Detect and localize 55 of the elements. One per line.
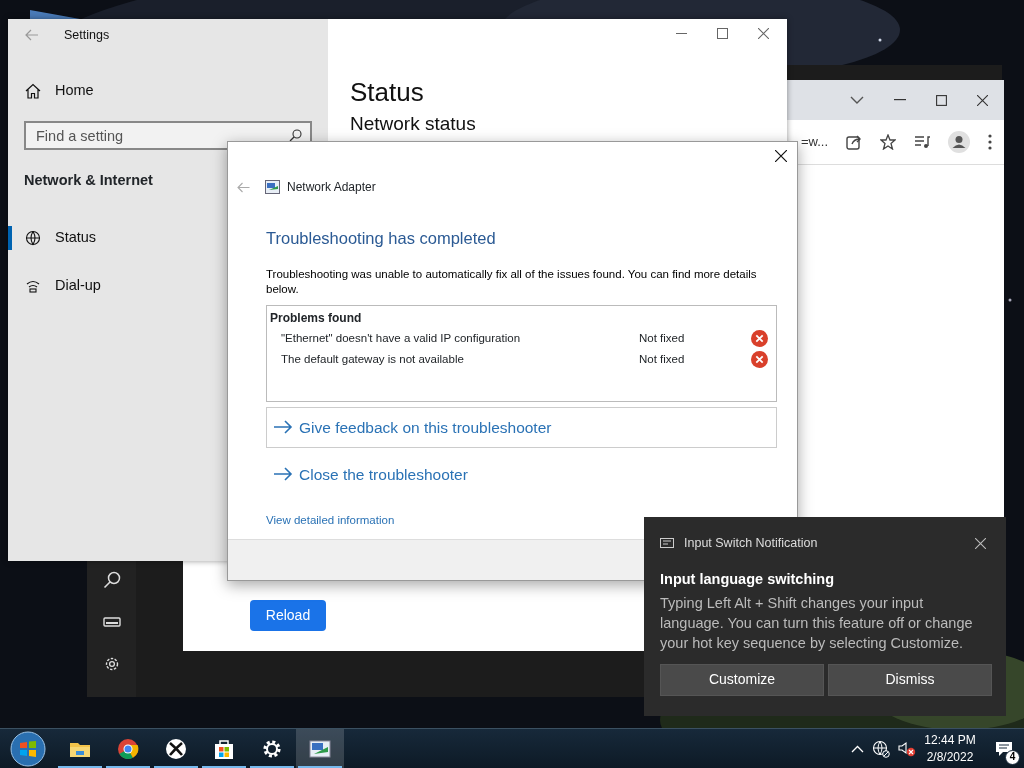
clock[interactable]: 12:44 PM 2/8/2022 bbox=[924, 731, 976, 766]
drive-icon[interactable] bbox=[102, 617, 121, 627]
network-adapter-icon bbox=[265, 180, 280, 194]
playlist-icon[interactable] bbox=[914, 135, 930, 149]
share-icon[interactable] bbox=[846, 134, 862, 150]
star-icon[interactable] bbox=[880, 134, 896, 150]
taskbar-app[interactable] bbox=[296, 728, 344, 768]
address-text[interactable]: =w... bbox=[800, 132, 828, 152]
arrow-right-icon bbox=[273, 467, 293, 482]
arrow-right-icon bbox=[273, 420, 293, 435]
search-icon[interactable] bbox=[102, 571, 121, 589]
avatar-icon[interactable] bbox=[948, 131, 970, 153]
app-name: Input Switch Notification bbox=[684, 534, 818, 552]
notification-title: Input language switching bbox=[660, 570, 835, 589]
nav-item[interactable]: Dial-up bbox=[8, 265, 107, 306]
reload-button[interactable]: Reload bbox=[250, 600, 326, 631]
problem-text: The default gateway is not available bbox=[281, 351, 465, 367]
action-center-button[interactable]: 4 bbox=[984, 728, 1024, 768]
section-title: Network & Internet bbox=[24, 171, 153, 190]
status-text: Not fixed bbox=[639, 351, 686, 367]
minimize-icon[interactable] bbox=[894, 99, 906, 101]
section-heading: Network status bbox=[350, 114, 476, 135]
chevron-up-icon[interactable] bbox=[851, 744, 864, 753]
speaker-muted-icon[interactable] bbox=[898, 740, 916, 757]
nav-item[interactable]: Status bbox=[8, 217, 103, 258]
details-link[interactable]: View detailed information bbox=[266, 511, 395, 529]
chevron-down-icon[interactable] bbox=[850, 96, 864, 104]
command-link[interactable]: Close the troubleshooter bbox=[266, 453, 777, 495]
command-link[interactable]: Give feedback on this troubleshooter bbox=[266, 406, 777, 448]
problems-title: Problems found bbox=[270, 309, 363, 327]
search-icon bbox=[289, 129, 302, 142]
home-icon[interactable] bbox=[25, 83, 41, 99]
home-link[interactable]: Home bbox=[55, 80, 94, 102]
start-orb-icon bbox=[10, 730, 46, 767]
globe-icon[interactable] bbox=[872, 739, 890, 758]
close-icon[interactable] bbox=[977, 94, 988, 106]
close-icon[interactable] bbox=[775, 150, 787, 162]
dialog-heading: Troubleshooting has completed bbox=[266, 228, 497, 249]
search-field[interactable]: Find a setting bbox=[24, 121, 312, 150]
maximize-icon[interactable] bbox=[936, 94, 947, 106]
notification-button[interactable]: Dismiss bbox=[828, 663, 992, 696]
message-text: Troubleshooting was unable to automatically fix all of the issues found. You can find more details below. bbox=[266, 266, 758, 297]
status-text: Not fixed bbox=[639, 330, 686, 346]
dialog-title: Network Adapter bbox=[287, 179, 376, 196]
maximize-icon[interactable] bbox=[717, 28, 728, 39]
window-title: Settings bbox=[64, 26, 110, 44]
notification-body: Typing Left Alt + Shift changes your input language. You can turn this feature off or change your hot key sequence by selecting Customize. bbox=[660, 593, 974, 653]
page-heading: Status bbox=[350, 76, 424, 109]
globe-icon bbox=[25, 229, 41, 246]
keyboard-icon bbox=[660, 538, 674, 548]
notification-button[interactable]: Customize bbox=[660, 663, 824, 696]
more-icon[interactable] bbox=[988, 134, 992, 150]
close-icon[interactable] bbox=[975, 537, 986, 549]
browser-icon bbox=[116, 736, 140, 761]
problem-text: "Ethernet" doesn't have a valid IP configuration bbox=[281, 330, 522, 346]
